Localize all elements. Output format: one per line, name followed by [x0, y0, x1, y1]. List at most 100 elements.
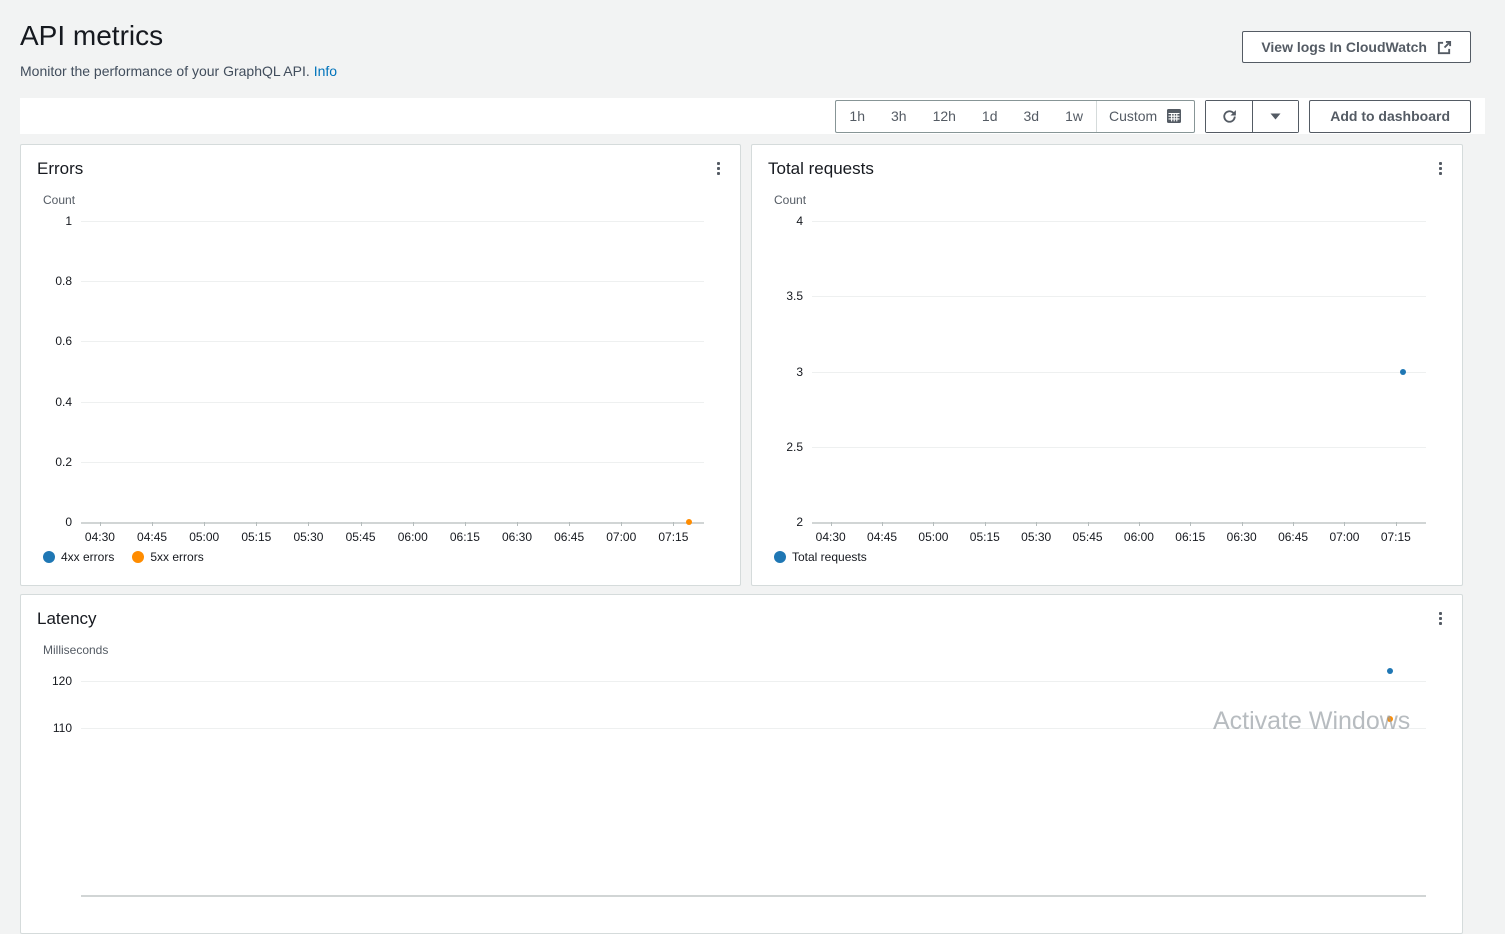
- chart-title: Latency: [21, 595, 1462, 629]
- x-tick-mark: [308, 522, 309, 526]
- data-point-5xx-errors: [686, 519, 692, 525]
- x-tick-mark: [361, 522, 362, 526]
- y-tick-label: 110: [30, 721, 72, 735]
- external-link-icon: [1437, 40, 1452, 55]
- chart-legend: 4xx errors 5xx errors: [43, 550, 740, 564]
- refresh-button[interactable]: [1206, 101, 1252, 132]
- x-tick-label: 05:15: [961, 530, 1009, 544]
- x-tick-mark: [100, 522, 101, 526]
- y-tick-label: 0.2: [30, 455, 72, 469]
- kebab-menu-icon[interactable]: [713, 160, 724, 179]
- view-logs-button[interactable]: View logs In CloudWatch: [1242, 31, 1471, 63]
- y-tick-label: 1: [30, 214, 72, 228]
- x-tick-mark: [152, 522, 153, 526]
- total-requests-chart-card: Total requests Count 43.532.5204:3004:45…: [751, 144, 1463, 586]
- x-tick-mark: [256, 522, 257, 526]
- x-tick-label: 06:30: [493, 530, 541, 544]
- gridline: [812, 372, 1426, 373]
- time-range-3d[interactable]: 3d: [1011, 101, 1053, 132]
- x-tick-mark: [413, 522, 414, 526]
- x-tick-mark: [621, 522, 622, 526]
- legend-swatch: [132, 551, 144, 563]
- caret-down-icon: [1270, 113, 1281, 120]
- gridline: [81, 681, 1426, 682]
- x-tick-mark: [882, 522, 883, 526]
- x-tick-label: 05:45: [337, 530, 385, 544]
- x-tick-mark: [465, 522, 466, 526]
- x-tick-mark: [1344, 522, 1345, 526]
- plot-area-wrap: 43.532.5204:3004:4505:0005:1505:3005:450…: [752, 221, 1462, 524]
- x-tick-label: 05:15: [232, 530, 280, 544]
- x-tick-label: 06:00: [1115, 530, 1163, 544]
- x-tick-label: 06:45: [545, 530, 593, 544]
- legend-swatch: [774, 551, 786, 563]
- y-axis-unit-label: Count: [774, 193, 1462, 207]
- add-to-dashboard-button[interactable]: Add to dashboard: [1309, 100, 1471, 133]
- x-tick-mark: [517, 522, 518, 526]
- time-range-3h[interactable]: 3h: [878, 101, 920, 132]
- x-tick-mark: [569, 522, 570, 526]
- y-tick-label: 0.4: [30, 395, 72, 409]
- x-tick-label: 04:30: [76, 530, 124, 544]
- metrics-toolbar: 1h 3h 12h 1d 3d 1w Custom: [20, 98, 1485, 134]
- gridline: [81, 728, 1426, 729]
- custom-range-label: Custom: [1109, 108, 1157, 124]
- chart-legend: Total requests: [774, 550, 1462, 564]
- x-tick-label: 05:00: [909, 530, 957, 544]
- x-tick-mark: [1139, 522, 1140, 526]
- x-tick-label: 07:15: [1372, 530, 1420, 544]
- gridline: [81, 341, 704, 342]
- calendar-icon: [1166, 108, 1182, 124]
- legend-swatch: [43, 551, 55, 563]
- gridline: [812, 296, 1426, 297]
- gridline: [81, 402, 704, 403]
- x-tick-label: 05:30: [1012, 530, 1060, 544]
- page-subtitle: Monitor the performance of your GraphQL …: [20, 63, 1485, 79]
- total-requests-plot-area: 43.532.5204:3004:4505:0005:1505:3005:450…: [812, 221, 1426, 524]
- refresh-button-group: [1205, 100, 1299, 133]
- y-tick-label: 2: [761, 515, 803, 529]
- x-tick-label: 04:45: [858, 530, 906, 544]
- data-point-latency-orange: [1387, 716, 1393, 722]
- view-logs-label: View logs In CloudWatch: [1261, 39, 1427, 55]
- x-tick-mark: [1242, 522, 1243, 526]
- y-tick-label: 0: [30, 515, 72, 529]
- legend-item-4xx-errors[interactable]: 4xx errors: [43, 550, 114, 564]
- custom-range-button[interactable]: Custom: [1097, 108, 1194, 124]
- y-tick-label: 3.5: [761, 289, 803, 303]
- gridline: [812, 221, 1426, 222]
- y-tick-label: 0.6: [30, 334, 72, 348]
- x-tick-label: 07:00: [1320, 530, 1368, 544]
- legend-label: Total requests: [792, 550, 867, 564]
- time-range-1w[interactable]: 1w: [1052, 101, 1096, 132]
- legend-item-Total-requests[interactable]: Total requests: [774, 550, 867, 564]
- latency-chart-card: Latency Milliseconds 120 110: [20, 594, 1463, 934]
- x-tick-mark: [985, 522, 986, 526]
- legend-item-5xx-errors[interactable]: 5xx errors: [132, 550, 203, 564]
- x-tick-mark: [673, 522, 674, 526]
- y-tick-label: 120: [30, 674, 72, 688]
- data-point-Total-requests: [1400, 369, 1406, 375]
- time-range-12h[interactable]: 12h: [920, 101, 969, 132]
- x-tick-label: 07:00: [597, 530, 645, 544]
- time-range-1d[interactable]: 1d: [969, 101, 1011, 132]
- latency-plot-area: 120110: [81, 657, 1426, 897]
- x-tick-label: 07:15: [649, 530, 697, 544]
- y-tick-label: 4: [761, 214, 803, 228]
- gridline: [81, 281, 704, 282]
- kebab-menu-icon[interactable]: [1435, 610, 1446, 629]
- gridline: [812, 447, 1426, 448]
- y-axis-unit-label: Count: [43, 193, 740, 207]
- x-tick-label: 06:45: [1269, 530, 1317, 544]
- charts-row: Errors Count 10.80.60.40.2004:3004:4505:…: [20, 144, 1463, 586]
- kebab-menu-icon[interactable]: [1435, 160, 1446, 179]
- info-link[interactable]: Info: [314, 63, 337, 79]
- plot-area-wrap: 120 110: [21, 657, 1462, 897]
- x-tick-label: 06:15: [1166, 530, 1214, 544]
- chart-title: Errors: [21, 145, 740, 179]
- y-axis-unit-label: Milliseconds: [43, 643, 1462, 657]
- refresh-options-button[interactable]: [1252, 101, 1298, 132]
- refresh-icon: [1221, 108, 1238, 125]
- y-tick-label: 0.8: [30, 274, 72, 288]
- time-range-1h[interactable]: 1h: [836, 101, 878, 132]
